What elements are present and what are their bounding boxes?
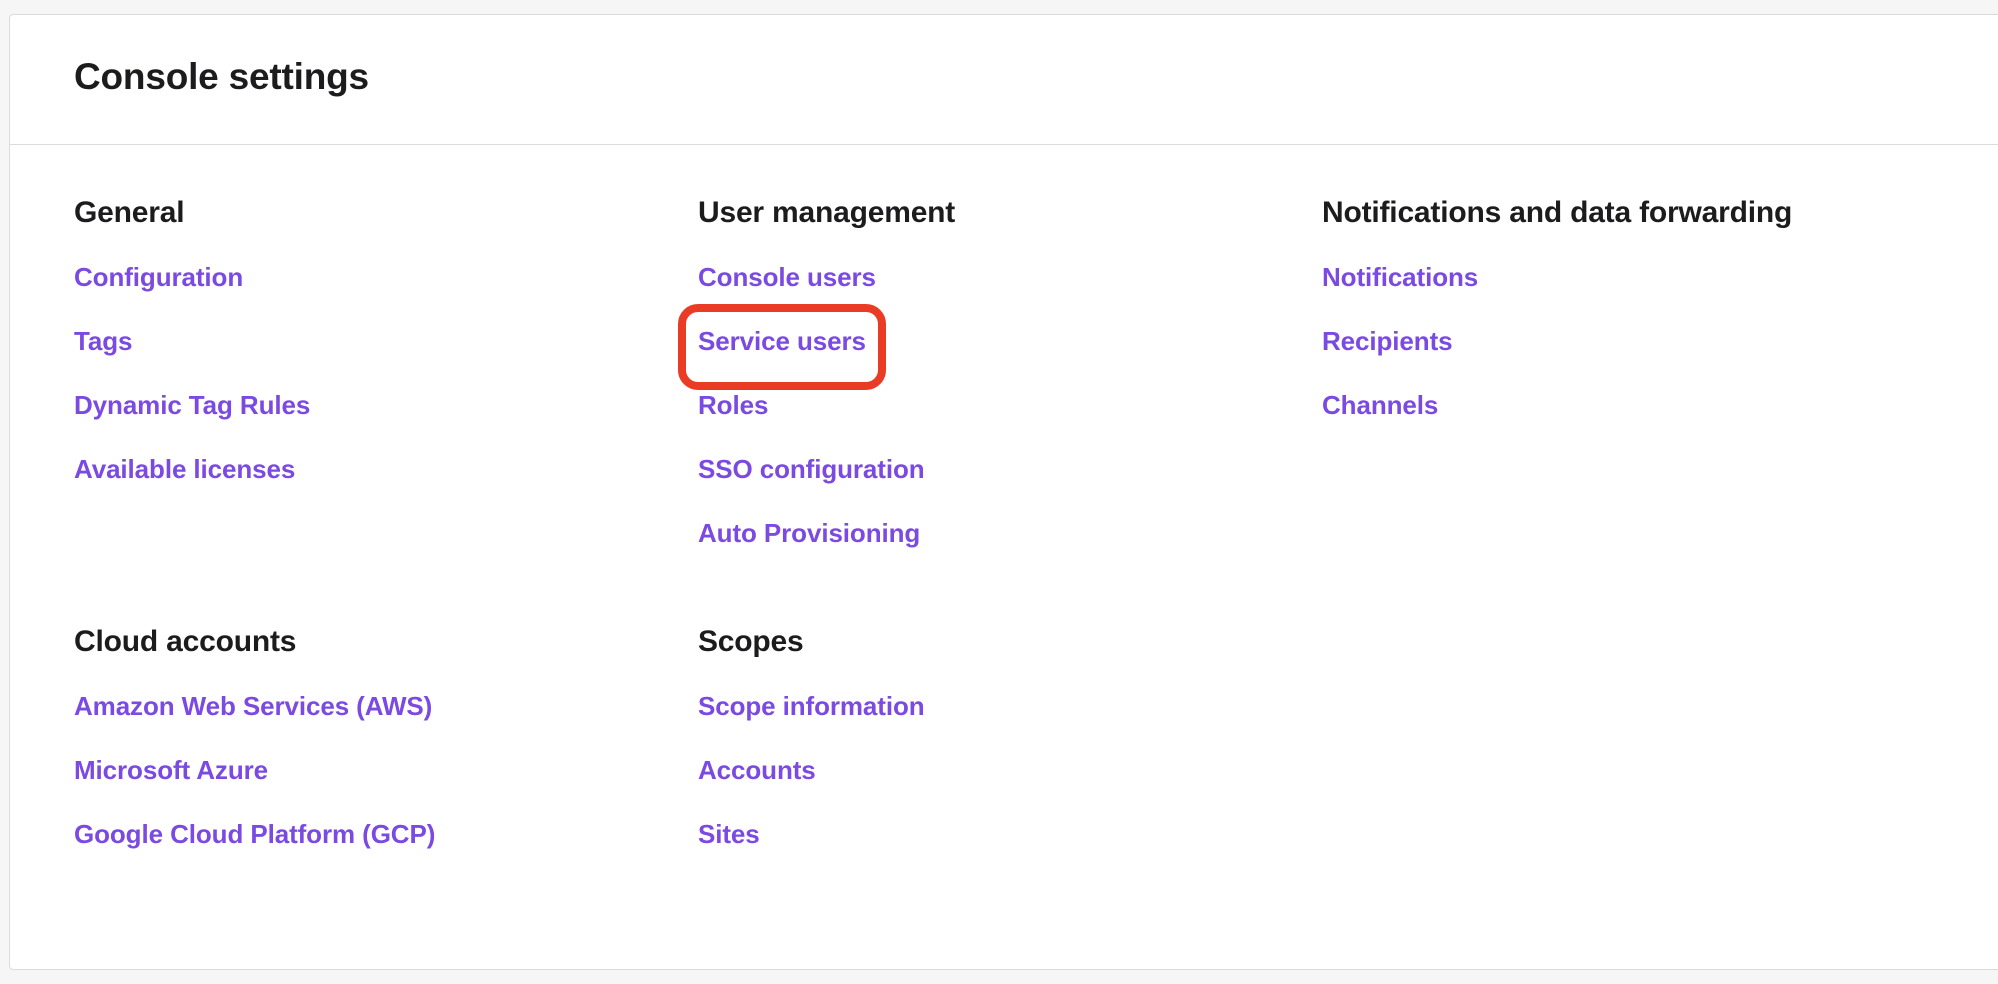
section-user-management: User management Console users Service us… (678, 195, 1298, 565)
section-title-cloud-accounts: Cloud accounts (74, 625, 297, 658)
channels-link[interactable]: Channels (1322, 389, 1438, 421)
service-users-link[interactable]: Service users (698, 325, 866, 357)
general-link-list: Configuration Tags Dynamic Tag Rules Ava… (74, 245, 674, 501)
recipients-link[interactable]: Recipients (1322, 325, 1453, 357)
list-item: Amazon Web Services (AWS) (74, 674, 674, 738)
list-item: Sites (698, 802, 1298, 866)
dynamic-tag-rules-link[interactable]: Dynamic Tag Rules (74, 389, 310, 421)
settings-panel: Console settings General Configuration T… (9, 14, 1998, 970)
gcp-link[interactable]: Google Cloud Platform (GCP) (74, 818, 435, 850)
scopes-link-list: Scope information Accounts Sites (698, 674, 1298, 866)
console-users-link[interactable]: Console users (698, 261, 876, 293)
configuration-link[interactable]: Configuration (74, 261, 243, 293)
list-item: Auto Provisioning (698, 501, 1298, 565)
available-licenses-link[interactable]: Available licenses (74, 453, 295, 485)
page-title: Console settings (74, 56, 369, 97)
list-item: Notifications (1322, 245, 1922, 309)
section-general: General Configuration Tags Dynamic Tag R… (74, 195, 674, 501)
accounts-link[interactable]: Accounts (698, 754, 816, 786)
auto-provisioning-link[interactable]: Auto Provisioning (698, 517, 920, 549)
section-title-user-management: User management (698, 196, 956, 229)
list-item: Channels (1322, 373, 1922, 437)
sites-link[interactable]: Sites (698, 818, 760, 850)
list-item: Roles (698, 373, 1298, 437)
list-item: Scope information (698, 674, 1298, 738)
list-item: Microsoft Azure (74, 738, 674, 802)
list-item: SSO configuration (698, 437, 1298, 501)
section-title-scopes: Scopes (698, 625, 804, 658)
azure-link[interactable]: Microsoft Azure (74, 754, 268, 786)
section-title-notifications: Notifications and data forwarding (1322, 196, 1793, 229)
list-item: Console users (698, 245, 1298, 309)
list-item: Available licenses (74, 437, 674, 501)
cloud-accounts-link-list: Amazon Web Services (AWS) Microsoft Azur… (74, 674, 674, 866)
tags-link[interactable]: Tags (74, 325, 132, 357)
sso-configuration-link[interactable]: SSO configuration (698, 453, 925, 485)
user-management-link-list: Console users Service users Roles SSO co… (678, 245, 1298, 565)
notifications-link-list: Notifications Recipients Channels (1322, 245, 1922, 437)
list-item: Dynamic Tag Rules (74, 373, 674, 437)
list-item: Service users (678, 304, 1298, 390)
scope-information-link[interactable]: Scope information (698, 690, 925, 722)
list-item: Configuration (74, 245, 674, 309)
list-item: Accounts (698, 738, 1298, 802)
section-notifications: Notifications and data forwarding Notifi… (1322, 195, 1922, 437)
roles-link[interactable]: Roles (698, 389, 768, 421)
list-item: Recipients (1322, 309, 1922, 373)
aws-link[interactable]: Amazon Web Services (AWS) (74, 690, 432, 722)
panel-header: Console settings (10, 15, 1998, 145)
section-scopes: Scopes Scope information Accounts Sites (698, 624, 1298, 866)
list-item: Google Cloud Platform (GCP) (74, 802, 674, 866)
section-cloud-accounts: Cloud accounts Amazon Web Services (AWS)… (74, 624, 674, 866)
list-item: Tags (74, 309, 674, 373)
section-title-general: General (74, 196, 185, 229)
notifications-link[interactable]: Notifications (1322, 261, 1478, 293)
